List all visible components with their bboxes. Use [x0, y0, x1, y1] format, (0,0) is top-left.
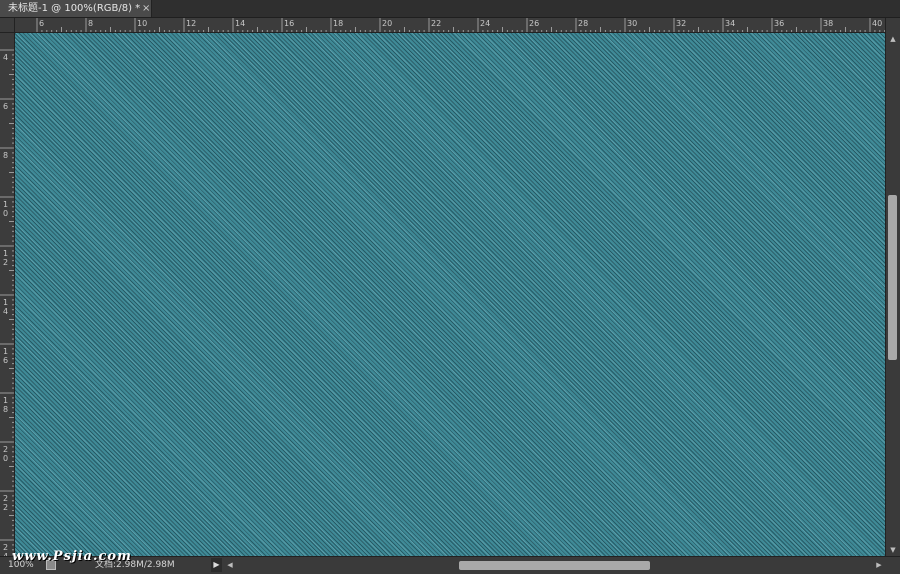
horizontal-ruler-label: 34	[725, 19, 735, 28]
horizontal-ruler-label: 16	[284, 19, 294, 28]
vertical-ruler-label: 20	[3, 445, 8, 463]
horizontal-scroll-thumb[interactable]	[458, 561, 651, 570]
scroll-down-icon[interactable]: ▼	[886, 544, 900, 556]
horizontal-ruler-label: 38	[823, 19, 833, 28]
document-tab-title: 未标题-1 @ 100%(RGB/8) *	[8, 3, 141, 14]
vertical-ruler-label: 24	[3, 543, 8, 556]
status-bar: 100% 文档:2.98M/2.98M ▶ ◀ ▶	[0, 556, 900, 574]
close-icon[interactable]: ×	[142, 0, 150, 17]
vertical-ruler-label: 14	[3, 298, 8, 316]
horizontal-scrollbar[interactable]: ◀ ▶	[222, 558, 885, 573]
horizontal-ruler-label: 32	[676, 19, 686, 28]
vertical-ruler-label: 6	[3, 102, 8, 111]
scroll-up-icon[interactable]: ▲	[886, 33, 900, 45]
status-menu-arrow-icon[interactable]: ▶	[211, 558, 222, 572]
scrollbar-corner	[885, 557, 900, 574]
horizontal-ruler-label: 18	[333, 19, 343, 28]
horizontal-ruler-label: 10	[137, 19, 147, 28]
horizontal-ruler-label: 8	[88, 19, 93, 28]
vertical-scroll-thumb[interactable]	[888, 195, 897, 361]
vertical-ruler-label: 16	[3, 347, 8, 365]
horizontal-ruler-label: 14	[235, 19, 245, 28]
ruler-origin[interactable]	[0, 18, 15, 33]
horizontal-ruler-label: 28	[578, 19, 588, 28]
horizontal-ruler-label: 26	[529, 19, 539, 28]
vertical-ruler-label: 12	[3, 249, 8, 267]
horizontal-ruler-label: 22	[431, 19, 441, 28]
horizontal-ruler-label: 24	[480, 19, 490, 28]
vertical-ruler-ticks: 4 6 8 10 12 14 16 18 20 22 24	[0, 49, 14, 556]
document-tab-bar: 未标题-1 @ 100%(RGB/8) * ×	[0, 0, 900, 18]
horizontal-ruler-label: 12	[186, 19, 196, 28]
vertical-ruler-label: 4	[3, 53, 8, 62]
horizontal-ruler[interactable]: 6 8 10 12 14 16 18 20 22 24 26 28 30 32 34 36 38 40	[15, 18, 885, 33]
horizontal-ruler-label: 30	[627, 19, 637, 28]
image-canvas[interactable]	[15, 33, 885, 556]
document-tab[interactable]: 未标题-1 @ 100%(RGB/8) * ×	[0, 0, 152, 17]
scroll-right-icon[interactable]: ▶	[873, 558, 885, 573]
horizontal-ruler-label: 20	[382, 19, 392, 28]
horizontal-ruler-label: 36	[774, 19, 784, 28]
vertical-scrollbar[interactable]: ▲ ▼	[885, 18, 900, 556]
horizontal-ruler-ticks: 6 8 10 12 14 16 18 20 22 24 26 28 30 32 34 36 38 40	[36, 18, 885, 32]
vertical-ruler-label: 10	[3, 200, 8, 218]
scroll-left-icon[interactable]: ◀	[224, 558, 236, 573]
vertical-ruler-label: 18	[3, 396, 8, 414]
horizontal-ruler-label: 40	[872, 19, 882, 28]
vertical-ruler-label: 22	[3, 494, 8, 512]
horizontal-ruler-label: 6	[39, 19, 44, 28]
watermark: www.Psjia.com	[12, 549, 132, 564]
vertical-ruler[interactable]: 4 6 8 10 12 14 16 18 20 22 24	[0, 33, 15, 556]
vertical-ruler-label: 8	[3, 151, 8, 160]
